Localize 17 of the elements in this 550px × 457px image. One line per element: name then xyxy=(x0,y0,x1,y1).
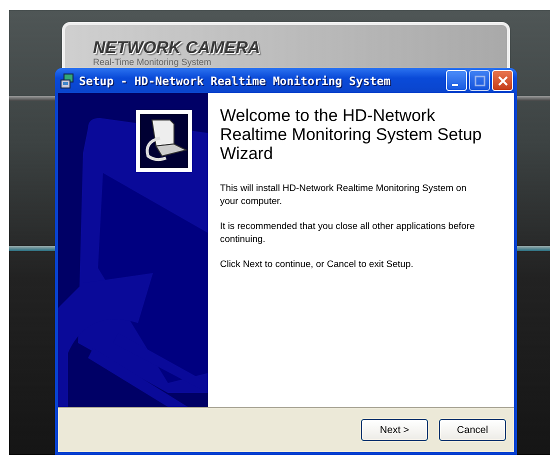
close-button[interactable] xyxy=(492,70,513,91)
next-button[interactable]: Next > xyxy=(361,419,428,441)
wizard-paragraph: It is recommended that you close all other applications before continuing. xyxy=(220,219,476,245)
window-title: Setup - HD-Network Realtime Monitoring System xyxy=(79,74,392,88)
computer-icon xyxy=(136,110,192,172)
maximize-button[interactable] xyxy=(469,70,490,91)
minimize-button[interactable] xyxy=(446,70,467,91)
close-icon xyxy=(496,74,510,88)
wizard-paragraph: Click Next to continue, or Cancel to exit Setup. xyxy=(220,257,414,270)
minimize-icon xyxy=(452,84,458,86)
cancel-button[interactable]: Cancel xyxy=(439,419,506,441)
setup-icon xyxy=(59,72,75,88)
logo-text: NETWORK CAMERA xyxy=(93,38,260,58)
wizard-paragraph: This will install HD-Network Realtime Monitoring System on your computer. xyxy=(220,181,468,207)
maximize-icon xyxy=(472,74,486,88)
subtitle-text: Real-Time Monitoring System xyxy=(93,57,212,67)
wizard-heading: Welcome to the HD-Network Realtime Monitoring System Setup Wizard xyxy=(220,106,482,163)
